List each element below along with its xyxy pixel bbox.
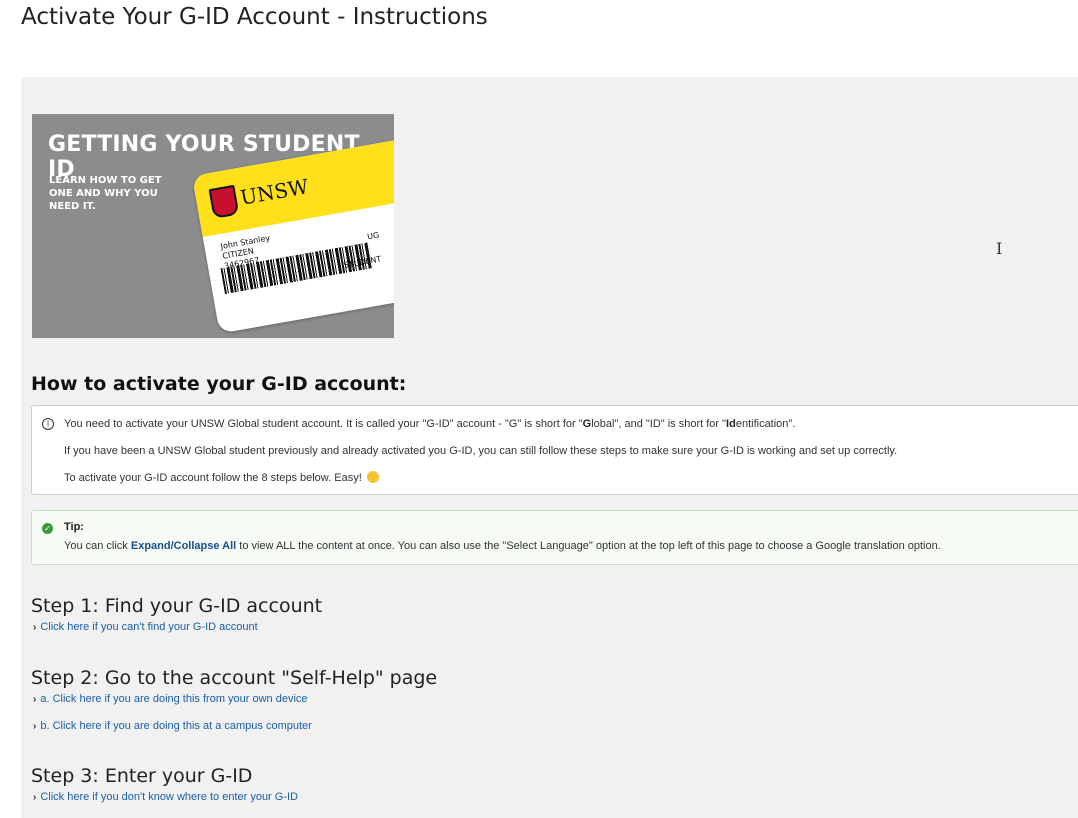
- info-line-3-text: To activate your G-ID account follow the…: [64, 472, 362, 484]
- text-cursor-icon: I: [996, 239, 1003, 258]
- step-1-heading: Step 1: Find your G-ID account: [31, 595, 323, 617]
- info-line-3: To activate your G-ID account follow the…: [64, 471, 379, 484]
- check-circle-icon: ✓: [42, 523, 53, 534]
- info-line-2: If you have been a UNSW Global student p…: [64, 445, 898, 457]
- content-panel: GETTING YOUR STUDENT ID LEARN HOW TO GET…: [21, 77, 1078, 818]
- step-3-heading: Step 3: Enter your G-ID: [31, 765, 253, 787]
- section-heading: How to activate your G-ID account:: [31, 373, 407, 395]
- step-1-link-text: Click here if you can't find your G-ID a…: [40, 621, 258, 633]
- step-3-expand-link[interactable]: › Click here if you don't know where to e…: [33, 791, 298, 803]
- tip-text-pre: You can click: [64, 540, 131, 552]
- info-line-1-mid: lobal", and "ID" is short for ": [591, 418, 727, 430]
- tip-text-post: to view ALL the content at once. You can…: [236, 540, 941, 552]
- banner-subheading: LEARN HOW TO GET ONE AND WHY YOU NEED IT…: [49, 175, 162, 212]
- step-2a-link-text: a. Click here if you are doing this from…: [40, 693, 308, 705]
- step-1-expand-link[interactable]: › Click here if you can't find your G-ID …: [33, 621, 258, 633]
- page-title: Activate Your G-ID Account - Instruction…: [21, 4, 488, 30]
- chevron-right-icon: ›: [33, 721, 37, 732]
- step-2b-link-text: b. Click here if you are doing this at a…: [40, 720, 312, 732]
- info-callout: i You need to activate your UNSW Global …: [31, 405, 1078, 495]
- step-3-link-text: Click here if you don't know where to en…: [40, 791, 299, 803]
- expand-collapse-all-link[interactable]: Expand/Collapse All: [131, 540, 236, 552]
- tip-text: You can click Expand/Collapse All to vie…: [64, 540, 941, 552]
- chevron-right-icon: ›: [33, 792, 37, 803]
- info-line-1: You need to activate your UNSW Global st…: [64, 418, 795, 430]
- step-2b-expand-link[interactable]: › b. Click here if you are doing this at …: [33, 720, 312, 732]
- info-bold-id: Id: [726, 418, 736, 430]
- info-circle-icon: i: [42, 418, 54, 430]
- tip-callout: ✓ Tip: You can click Expand/Collapse All…: [31, 510, 1078, 565]
- student-id-banner-image: GETTING YOUR STUDENT ID LEARN HOW TO GET…: [32, 114, 394, 338]
- smile-emoji-icon: [366, 471, 379, 483]
- card-level: UG: [366, 230, 380, 242]
- chevron-right-icon: ›: [33, 622, 37, 633]
- tip-label: Tip:: [64, 521, 84, 533]
- step-2-heading: Step 2: Go to the account "Self-Help" pa…: [31, 667, 438, 689]
- step-2a-expand-link[interactable]: › a. Click here if you are doing this fro…: [33, 693, 308, 705]
- info-line-1-text: You need to activate your UNSW Global st…: [64, 418, 583, 430]
- info-line-1-end: entification".: [735, 418, 796, 430]
- chevron-right-icon: ›: [33, 694, 37, 705]
- info-bold-g: G: [582, 418, 592, 430]
